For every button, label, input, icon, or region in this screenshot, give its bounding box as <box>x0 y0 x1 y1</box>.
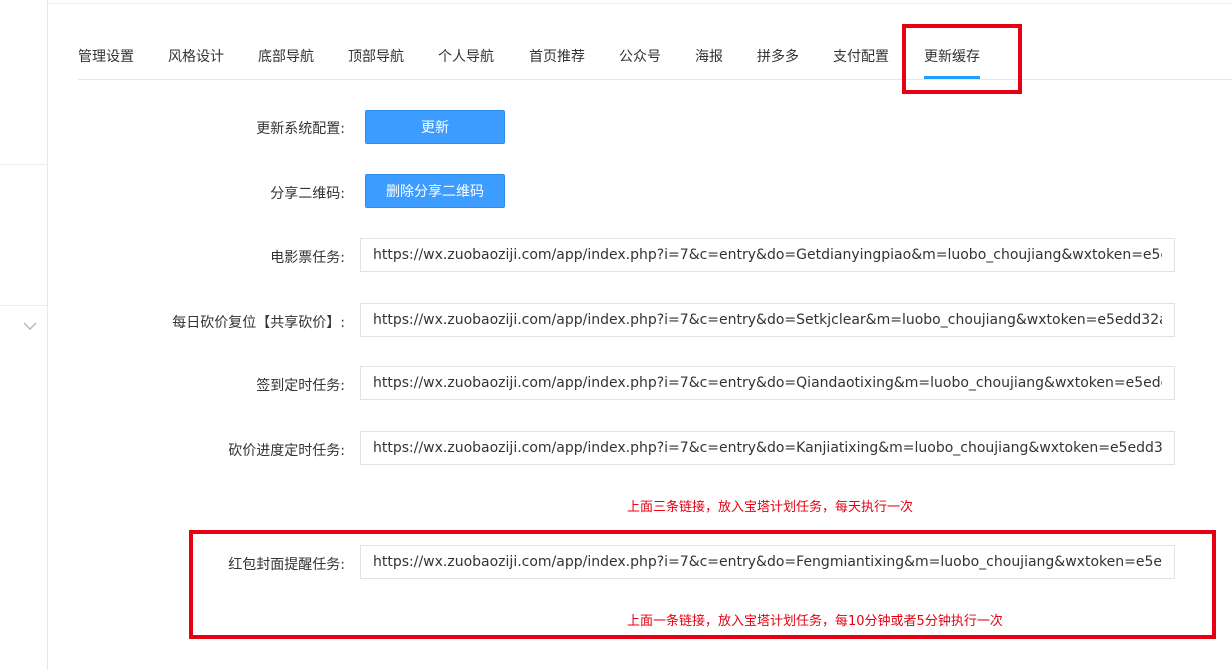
sidebar-divider <box>0 164 48 165</box>
daily-reset-task-label: 每日砍价复位【共享砍价】: <box>172 315 345 331</box>
sidebar-divider <box>0 305 48 306</box>
daily-reset-task-url-field[interactable] <box>360 303 1175 337</box>
tab-official-account[interactable]: 公众号 <box>619 46 661 66</box>
movie-ticket-task-url-field[interactable] <box>360 238 1175 272</box>
tabs-divider <box>78 79 1232 80</box>
checkin-task-url-field[interactable] <box>360 366 1175 400</box>
tab-payment-config[interactable]: 支付配置 <box>833 46 889 66</box>
daily-schedule-note: 上面三条链接，放入宝塔计划任务，每天执行一次 <box>627 500 914 515</box>
highlight-box-redpack-row <box>189 530 1216 639</box>
delete-share-qrcode-button[interactable]: 删除分享二维码 <box>365 174 505 208</box>
tab-home-recommend[interactable]: 首页推荐 <box>529 46 585 66</box>
left-sidebar <box>0 0 48 670</box>
tab-poster[interactable]: 海报 <box>695 46 723 66</box>
tab-pinduoduo[interactable]: 拼多多 <box>757 46 799 66</box>
top-divider <box>48 3 1232 4</box>
bargain-progress-task-label: 砍价进度定时任务: <box>228 443 345 459</box>
tab-personal-nav[interactable]: 个人导航 <box>438 46 494 66</box>
tab-style-design[interactable]: 风格设计 <box>168 46 224 66</box>
bargain-progress-task-url-field[interactable] <box>360 431 1175 465</box>
checkin-task-label: 签到定时任务: <box>256 378 345 394</box>
tab-top-nav[interactable]: 顶部导航 <box>348 46 404 66</box>
movie-ticket-task-label: 电影票任务: <box>270 250 345 266</box>
highlight-box-tab <box>902 24 1022 94</box>
update-config-label: 更新系统配置: <box>256 121 345 137</box>
update-button[interactable]: 更新 <box>365 110 505 144</box>
tab-bottom-nav[interactable]: 底部导航 <box>258 46 314 66</box>
tab-admin-settings[interactable]: 管理设置 <box>78 46 134 66</box>
share-qrcode-label: 分享二维码: <box>270 186 345 202</box>
settings-tabs: 管理设置 风格设计 底部导航 顶部导航 个人导航 首页推荐 公众号 海报 拼多多… <box>78 30 1232 80</box>
chevron-down-icon[interactable] <box>22 318 38 334</box>
